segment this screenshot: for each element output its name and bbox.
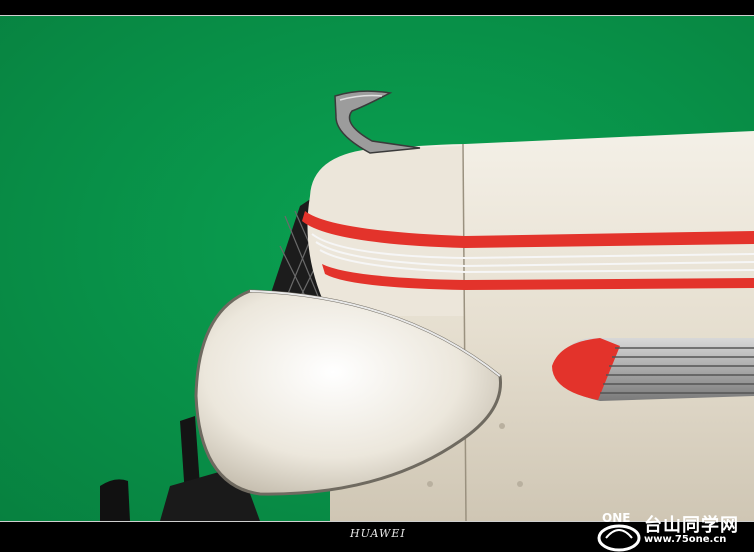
photo-caption: HUAWEI [350,527,406,540]
top-border [0,0,754,14]
photo-frame: HUAWEI ONE 台山同学网 www.75one.cn [0,0,754,552]
bumper-end [100,479,130,521]
site-watermark: ONE 台山同学网 www.75one.cn [594,508,754,552]
car-photo [0,15,754,522]
globe-logo-icon: ONE [597,511,641,552]
watermark-url: www.75one.cn [644,534,727,545]
car-illustration [0,16,754,521]
logo-brand-text: ONE [602,511,630,525]
